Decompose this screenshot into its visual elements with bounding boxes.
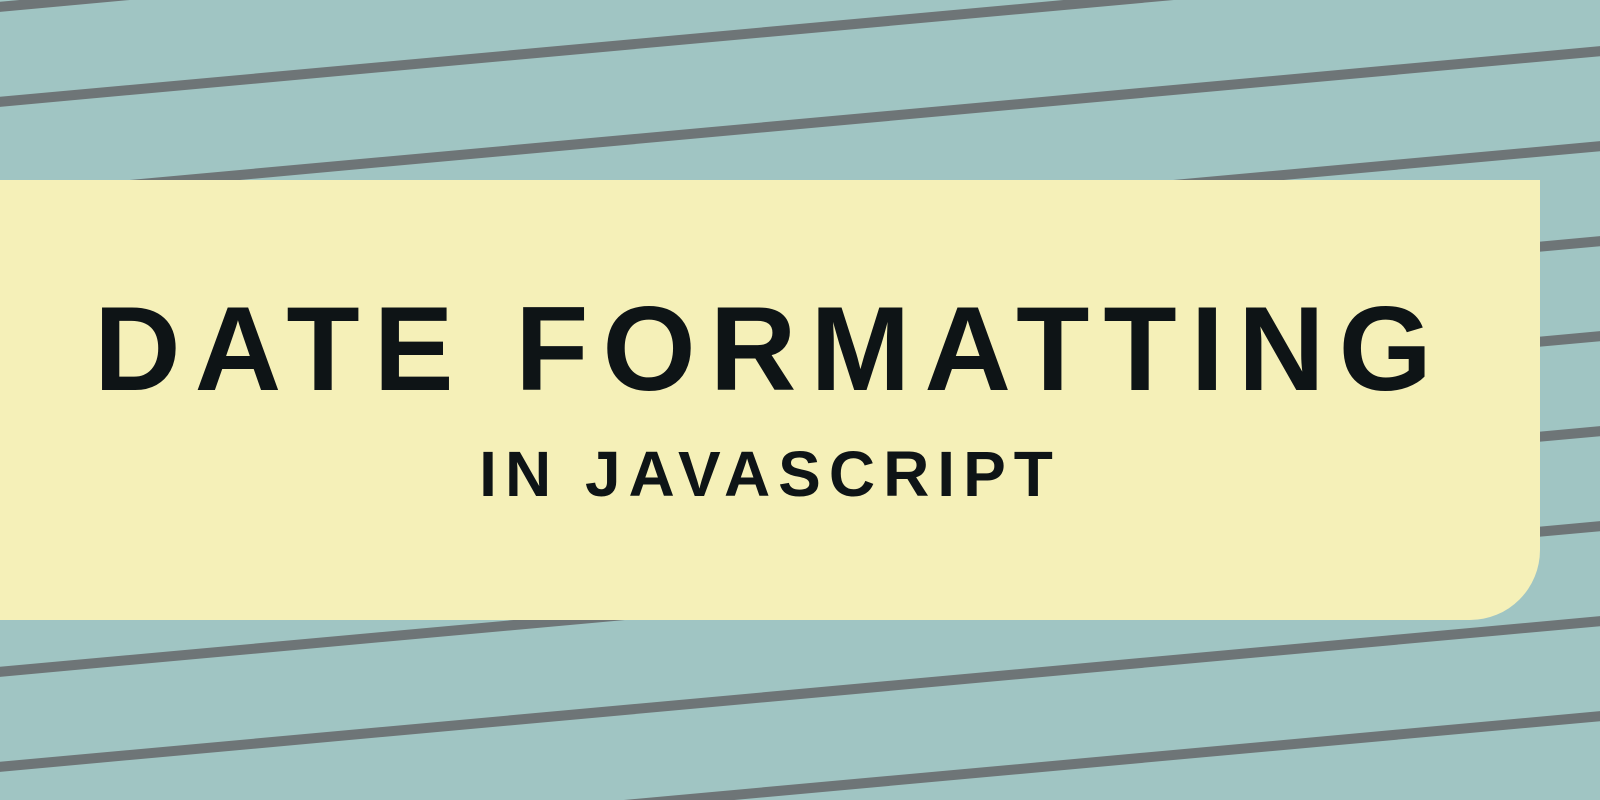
banner-stage: DATE FORMATTING IN JAVASCRIPT bbox=[0, 0, 1600, 800]
title-card: DATE FORMATTING IN JAVASCRIPT bbox=[0, 180, 1540, 620]
banner-title: DATE FORMATTING bbox=[94, 289, 1446, 409]
stripe bbox=[0, 0, 1600, 125]
banner-subtitle: IN JAVASCRIPT bbox=[479, 437, 1061, 511]
